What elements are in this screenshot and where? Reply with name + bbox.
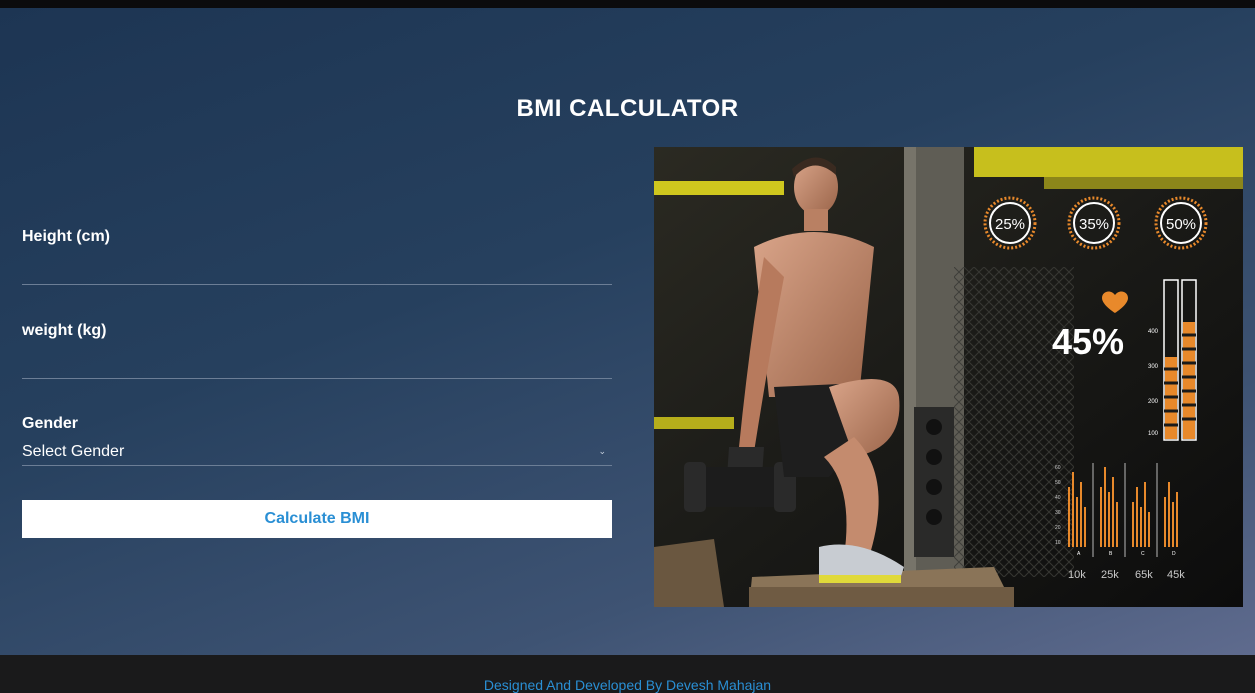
gauge-tick-300: 300: [1148, 364, 1159, 370]
svg-text:65k: 65k: [1135, 569, 1153, 581]
svg-text:C: C: [1141, 551, 1145, 557]
window-top-bar: [0, 0, 1255, 8]
svg-text:60: 60: [1055, 465, 1061, 471]
ring-label-2: 35%: [1079, 216, 1109, 233]
svg-text:50: 50: [1055, 480, 1061, 486]
height-label: Height (cm): [22, 228, 110, 245]
footer: Designed And Developed By Devesh Mahajan: [0, 655, 1255, 693]
svg-text:40: 40: [1055, 495, 1061, 501]
svg-text:10: 10: [1055, 540, 1061, 546]
hero-image: 25% 35% 50% 45% 400 300 200 100 60 50 40…: [654, 147, 1243, 607]
svg-text:25k: 25k: [1101, 569, 1119, 581]
height-input[interactable]: [22, 255, 612, 285]
weight-label: weight (kg): [22, 322, 107, 339]
svg-text:D: D: [1172, 551, 1176, 557]
gauge-tick-100: 100: [1148, 431, 1159, 437]
chevron-down-icon: ⌄: [598, 446, 606, 456]
ring-label-3: 50%: [1166, 216, 1196, 233]
page-title: BMI CALCULATOR: [516, 95, 739, 122]
svg-text:10k: 10k: [1068, 569, 1086, 581]
gauge-tick-400: 400: [1148, 329, 1159, 335]
yellow-beam-right: [974, 147, 1243, 177]
gender-label: Gender: [22, 415, 79, 432]
gender-select[interactable]: Select Gender ⌄: [22, 438, 612, 466]
gauge-tick-200: 200: [1148, 399, 1159, 405]
big-percent: 45%: [1052, 321, 1124, 362]
weight-input[interactable]: [22, 349, 612, 379]
svg-text:45k: 45k: [1167, 569, 1185, 581]
svg-text:30: 30: [1055, 510, 1061, 516]
gym-photo-illustration: 25% 35% 50% 45% 400 300 200 100 60 50 40…: [654, 147, 1243, 607]
footer-credit: Designed And Developed By Devesh Mahajan: [483, 677, 772, 693]
gender-selected-value: Select Gender: [22, 442, 125, 460]
yellow-beam-left: [654, 181, 784, 195]
svg-text:20: 20: [1055, 525, 1061, 531]
calculate-bmi-button[interactable]: Calculate BMI: [22, 500, 612, 538]
ring-label-1: 25%: [995, 216, 1025, 233]
